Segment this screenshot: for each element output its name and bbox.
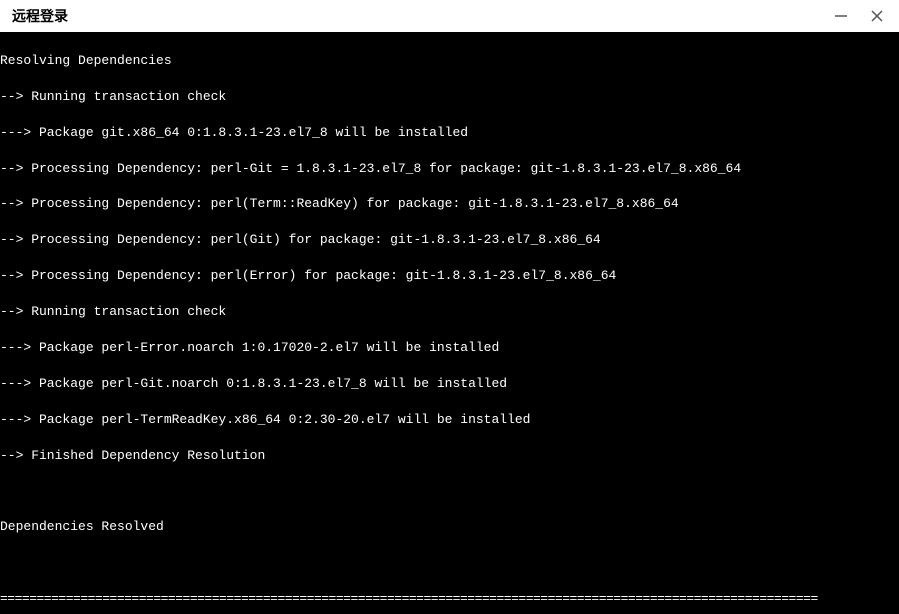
terminal-line: --> Processing Dependency: perl(Term::Re… bbox=[0, 195, 899, 213]
close-button[interactable] bbox=[867, 6, 887, 26]
terminal-line: ---> Package perl-TermReadKey.x86_64 0:2… bbox=[0, 411, 899, 429]
minimize-icon bbox=[834, 9, 848, 23]
terminal-line: --> Processing Dependency: perl(Error) f… bbox=[0, 267, 899, 285]
deps-resolved: Dependencies Resolved bbox=[0, 518, 899, 536]
terminal-line: ---> Package git.x86_64 0:1.8.3.1-23.el7… bbox=[0, 124, 899, 142]
terminal-blank bbox=[0, 554, 899, 572]
window-title: 远程登录 bbox=[8, 6, 68, 26]
terminal-line: ---> Package perl-Git.noarch 0:1.8.3.1-2… bbox=[0, 375, 899, 393]
terminal-line: --> Running transaction check bbox=[0, 303, 899, 321]
separator-double: ========================================… bbox=[0, 590, 899, 608]
terminal-line: ---> Package perl-Error.noarch 1:0.17020… bbox=[0, 339, 899, 357]
terminal-line: --> Processing Dependency: perl-Git = 1.… bbox=[0, 160, 899, 178]
titlebar-controls bbox=[831, 6, 891, 26]
terminal-line: Resolving Dependencies bbox=[0, 52, 899, 70]
titlebar: 远程登录 bbox=[0, 0, 899, 32]
minimize-button[interactable] bbox=[831, 6, 851, 26]
terminal-line: --> Processing Dependency: perl(Git) for… bbox=[0, 231, 899, 249]
terminal-output[interactable]: Resolving Dependencies --> Running trans… bbox=[0, 32, 899, 614]
close-icon bbox=[870, 9, 884, 23]
terminal-line: --> Running transaction check bbox=[0, 88, 899, 106]
terminal-blank bbox=[0, 482, 899, 500]
terminal-line: --> Finished Dependency Resolution bbox=[0, 447, 899, 465]
